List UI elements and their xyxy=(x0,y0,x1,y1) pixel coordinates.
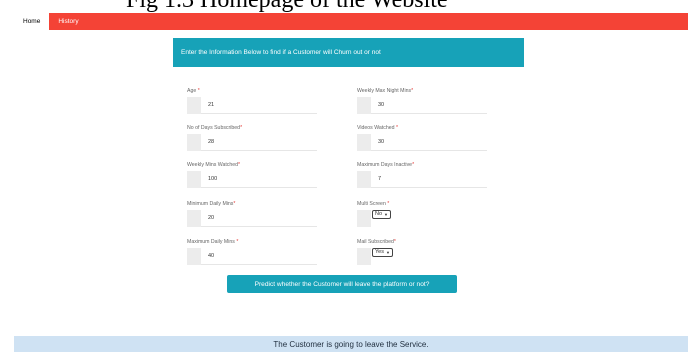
field-age: Age * 21 xyxy=(187,87,317,114)
chevron-down-icon: ▼ xyxy=(385,250,390,255)
nav-history[interactable]: History xyxy=(49,13,87,30)
chevron-down-icon: ▼ xyxy=(384,212,388,217)
videos-watched-label: Videos Watched * xyxy=(357,125,398,131)
field-days-subscribed: No of Days Subscribed* 28 xyxy=(187,124,317,151)
input-swatch xyxy=(187,248,201,265)
days-subscribed-input[interactable]: 28 xyxy=(201,134,317,151)
input-swatch xyxy=(187,97,201,114)
weekly-night-mins-input[interactable]: 30 xyxy=(371,97,487,114)
field-max-days-inactive: Maximum Days Inactive* 7 xyxy=(357,161,487,188)
max-daily-mins-input[interactable]: 40 xyxy=(201,248,317,265)
field-max-daily-mins: Maximum Daily Mins * 40 xyxy=(187,238,317,265)
mail-subscribed-select[interactable]: Yes ▼ xyxy=(372,248,393,257)
field-multi-screen: Multi Screen * No ▼ xyxy=(357,200,391,227)
input-swatch xyxy=(187,171,201,188)
max-daily-mins-label: Maximum Daily Mins * xyxy=(187,239,239,245)
result-banner: The Customer is going to leave the Servi… xyxy=(14,336,688,352)
multi-screen-label: Multi Screen * xyxy=(357,201,390,207)
predict-button[interactable]: Predict whether the Customer will leave … xyxy=(227,275,457,293)
field-min-daily-mins: Minimum Daily Mins* 20 xyxy=(187,200,317,227)
input-swatch xyxy=(187,134,201,151)
input-swatch xyxy=(357,97,371,114)
field-weekly-mins: Weekly Mins Watched* 100 xyxy=(187,161,317,188)
weekly-mins-input[interactable]: 100 xyxy=(201,171,317,188)
form-header: Enter the Information Below to find if a… xyxy=(173,38,524,67)
multi-screen-select[interactable]: No ▼ xyxy=(372,210,391,219)
input-swatch xyxy=(357,248,371,265)
max-days-inactive-label: Maximum Days Inactive* xyxy=(357,162,415,168)
input-swatch xyxy=(187,210,201,227)
min-daily-mins-label: Minimum Daily Mins* xyxy=(187,201,236,207)
field-mail-subscribed: Mail Subscribed* Yes ▼ xyxy=(357,238,396,265)
result-text: The Customer is going to leave the Servi… xyxy=(273,339,429,349)
input-swatch xyxy=(357,210,371,227)
age-label: Age * xyxy=(187,88,200,94)
field-weekly-night-mins: Weekly Max Night Mins* 30 xyxy=(357,87,487,114)
weekly-mins-label: Weekly Mins Watched* xyxy=(187,162,241,168)
age-input[interactable]: 21 xyxy=(201,97,317,114)
input-swatch xyxy=(357,171,371,188)
figure-caption: Fig 1.3 Homepage of the Website xyxy=(126,0,448,13)
weekly-night-mins-label: Weekly Max Night Mins* xyxy=(357,88,414,94)
min-daily-mins-input[interactable]: 20 xyxy=(201,210,317,227)
form-header-text: Enter the Information Below to find if a… xyxy=(181,49,381,56)
days-subscribed-label: No of Days Subscribed* xyxy=(187,125,243,131)
input-swatch xyxy=(357,134,371,151)
field-videos-watched: Videos Watched * 30 xyxy=(357,124,487,151)
max-days-inactive-input[interactable]: 7 xyxy=(371,171,487,188)
videos-watched-input[interactable]: 30 xyxy=(371,134,487,151)
top-navbar: Home History xyxy=(14,13,688,30)
nav-home[interactable]: Home xyxy=(14,13,50,30)
mail-subscribed-label: Mail Subscribed* xyxy=(357,239,396,245)
